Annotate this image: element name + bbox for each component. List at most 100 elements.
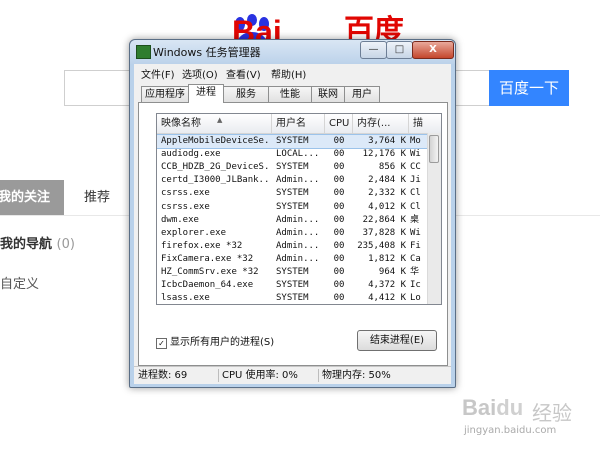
process-name: explorer.exe: [161, 227, 227, 238]
process-description: Ca: [410, 253, 421, 264]
process-row[interactable]: HZ_CommSrv.exe *32 SYSTEM 00 964 K 华: [157, 266, 427, 279]
process-list[interactable]: ▲ 映像名称 用户名 CPU 内存(... 描 AppleMobileDevic…: [156, 113, 442, 305]
process-name: IcbcDaemon_64.exe: [161, 280, 254, 291]
status-separator: [218, 369, 219, 382]
process-memory: 964 K: [378, 267, 406, 277]
process-name: CCB_HDZB_2G_DeviceS...: [161, 162, 271, 173]
tab-recommend[interactable]: 推荐: [84, 180, 110, 215]
task-manager-window[interactable]: Windows 任务管理器 — □ X 文件(F) 选项(O) 查看(V) 帮助…: [129, 39, 456, 388]
column-description[interactable]: 描: [409, 114, 429, 133]
process-name: certd_I3000_JLBank...: [161, 175, 271, 186]
process-cpu: 00: [333, 293, 345, 304]
process-description: Cl: [410, 188, 421, 199]
process-description: Lo: [410, 293, 421, 304]
process-row[interactable]: audiodg.exe LOCAL... 00 12,176 K Wi: [157, 148, 427, 161]
process-user: SYSTEM: [276, 162, 309, 173]
process-description: Ic: [410, 280, 421, 291]
scrollbar-thumb[interactable]: [429, 135, 439, 163]
process-row[interactable]: lsass.exe SYSTEM 00 4,412 K Lo: [157, 292, 427, 304]
tab-my-follow[interactable]: 我的关注: [0, 180, 64, 215]
process-name: audiodg.exe: [161, 149, 221, 160]
process-row[interactable]: IcbcDaemon_64.exe SYSTEM 00 4,372 K Ic: [157, 279, 427, 292]
process-row[interactable]: certd_I3000_JLBank... Admin... 00 2,484 K Ji: [157, 174, 427, 187]
checkbox-icon[interactable]: ✓: [156, 338, 167, 349]
process-user: SYSTEM: [276, 293, 309, 304]
process-memory: 4,012 K: [368, 201, 406, 212]
process-description: Cl: [410, 201, 421, 212]
process-description: Fi: [410, 240, 421, 251]
tab-users[interactable]: 用户: [344, 86, 380, 102]
vertical-scrollbar[interactable]: [427, 133, 441, 304]
custom-link[interactable]: 自定义: [0, 273, 39, 292]
process-memory: 4,372 K: [368, 280, 406, 291]
process-description: CC: [410, 162, 421, 173]
process-row[interactable]: csrss.exe SYSTEM 00 2,332 K Cl: [157, 187, 427, 200]
process-cpu: 00: [333, 201, 345, 212]
close-button[interactable]: X: [412, 41, 454, 59]
my-nav-title: 我的导航 (0): [0, 233, 75, 252]
process-memory: 3,764 K: [368, 136, 406, 146]
process-name: HZ_CommSrv.exe *32: [161, 267, 259, 277]
minimize-button[interactable]: —: [360, 41, 387, 59]
process-user: SYSTEM: [276, 136, 309, 146]
process-cpu: 00: [333, 188, 345, 199]
menu-bar: 文件(F) 选项(O) 查看(V) 帮助(H): [134, 64, 451, 82]
process-user: SYSTEM: [276, 280, 309, 291]
status-bar: 进程数: 69 CPU 使用率: 0% 物理内存: 50%: [134, 366, 451, 384]
process-row[interactable]: FixCamera.exe *32 Admin... 00 1,812 K Ca: [157, 253, 427, 266]
status-separator: [318, 369, 319, 382]
end-process-button[interactable]: 结束进程(E): [357, 330, 437, 351]
menu-help[interactable]: 帮助(H): [271, 66, 306, 81]
maximize-button[interactable]: □: [386, 41, 413, 59]
show-all-users-checkbox[interactable]: ✓ 显示所有用户的进程(S): [156, 333, 274, 349]
process-user: SYSTEM: [276, 188, 309, 199]
process-user: SYSTEM: [276, 201, 309, 212]
process-cpu: 00: [333, 253, 345, 264]
column-image-name[interactable]: ▲ 映像名称: [157, 114, 272, 133]
process-memory: 22,864 K: [362, 214, 406, 225]
title-bar[interactable]: Windows 任务管理器 — □ X: [130, 40, 455, 64]
client-area: 应用程序 进程 服务 性能 联网 用户 ▲ 映像名称 用户名 CPU 内存(..…: [134, 82, 451, 367]
process-user: SYSTEM: [276, 267, 309, 277]
process-cpu: 00: [333, 136, 345, 146]
process-row[interactable]: dwm.exe Admin... 00 22,864 K 桌: [157, 214, 427, 227]
process-row[interactable]: csrss.exe SYSTEM 00 4,012 K Cl: [157, 201, 427, 214]
process-list-header: ▲ 映像名称 用户名 CPU 内存(... 描: [157, 114, 441, 134]
process-row[interactable]: AppleMobileDeviceSe... SYSTEM 00 3,764 K Mo: [157, 134, 428, 149]
tab-applications[interactable]: 应用程序: [141, 86, 189, 102]
column-cpu[interactable]: CPU: [325, 114, 353, 133]
process-name: dwm.exe: [161, 214, 199, 225]
process-memory: 4,412 K: [368, 293, 406, 304]
menu-view[interactable]: 查看(V): [226, 66, 261, 81]
menu-options[interactable]: 选项(O): [182, 66, 218, 81]
process-row[interactable]: explorer.exe Admin... 00 37,828 K Wi: [157, 227, 427, 240]
process-user: Admin...: [276, 227, 320, 238]
process-user: Admin...: [276, 214, 320, 225]
menu-file[interactable]: 文件(F): [141, 66, 175, 81]
column-memory[interactable]: 内存(...: [353, 114, 409, 133]
process-name: csrss.exe: [161, 201, 210, 212]
tab-processes[interactable]: 进程: [188, 84, 224, 103]
process-cpu: 00: [333, 280, 345, 291]
process-memory: 2,332 K: [368, 188, 406, 199]
process-row[interactable]: CCB_HDZB_2G_DeviceS... SYSTEM 00 856 K CC: [157, 161, 427, 174]
my-nav-label: 我的导航: [0, 237, 53, 252]
process-name: AppleMobileDeviceSe...: [161, 136, 271, 146]
process-user: Admin...: [276, 253, 320, 264]
process-row[interactable]: firefox.exe *32 Admin... 00 235,408 K Fi: [157, 240, 427, 253]
tab-services[interactable]: 服务: [223, 86, 269, 102]
process-memory: 856 K: [378, 162, 406, 173]
sort-ascending-icon: ▲: [217, 116, 223, 124]
process-name: lsass.exe: [161, 293, 210, 304]
tab-networking[interactable]: 联网: [311, 86, 345, 102]
window-title: Windows 任务管理器: [153, 46, 261, 59]
tab-performance[interactable]: 性能: [268, 86, 312, 102]
status-cpu-usage: CPU 使用率: 0%: [222, 370, 298, 381]
process-memory: 2,484 K: [368, 175, 406, 186]
process-cpu: 00: [333, 162, 345, 173]
column-user-name[interactable]: 用户名: [272, 114, 325, 133]
process-description: 华: [410, 267, 420, 277]
process-cpu: 00: [333, 175, 345, 186]
search-button[interactable]: 百度一下: [489, 70, 569, 106]
watermark-logo: Baidu: [462, 395, 524, 420]
